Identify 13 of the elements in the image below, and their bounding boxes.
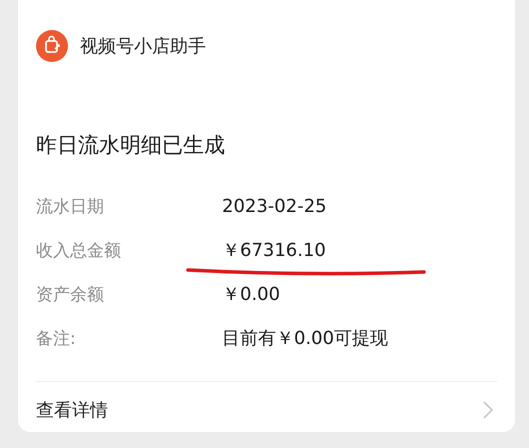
field-value: ￥0.00 (222, 283, 280, 306)
message-title: 昨日流水明细已生成 (36, 132, 226, 159)
field-label: 流水日期 (36, 196, 105, 218)
field-label: 资产余额 (36, 284, 105, 306)
details-link[interactable]: 查看详情 (36, 382, 497, 438)
field-value: 目前有￥0.00可提现 (222, 327, 388, 350)
shop-bag-icon (36, 30, 68, 62)
field-label: 备注: (36, 328, 77, 350)
field-value: ￥67316.10 (222, 239, 326, 262)
field-label: 收入总金额 (36, 240, 122, 262)
field-value: 2023-02-25 (222, 196, 327, 216)
app-name: 视频号小店助手 (80, 35, 206, 58)
chevron-right-icon (483, 401, 493, 419)
